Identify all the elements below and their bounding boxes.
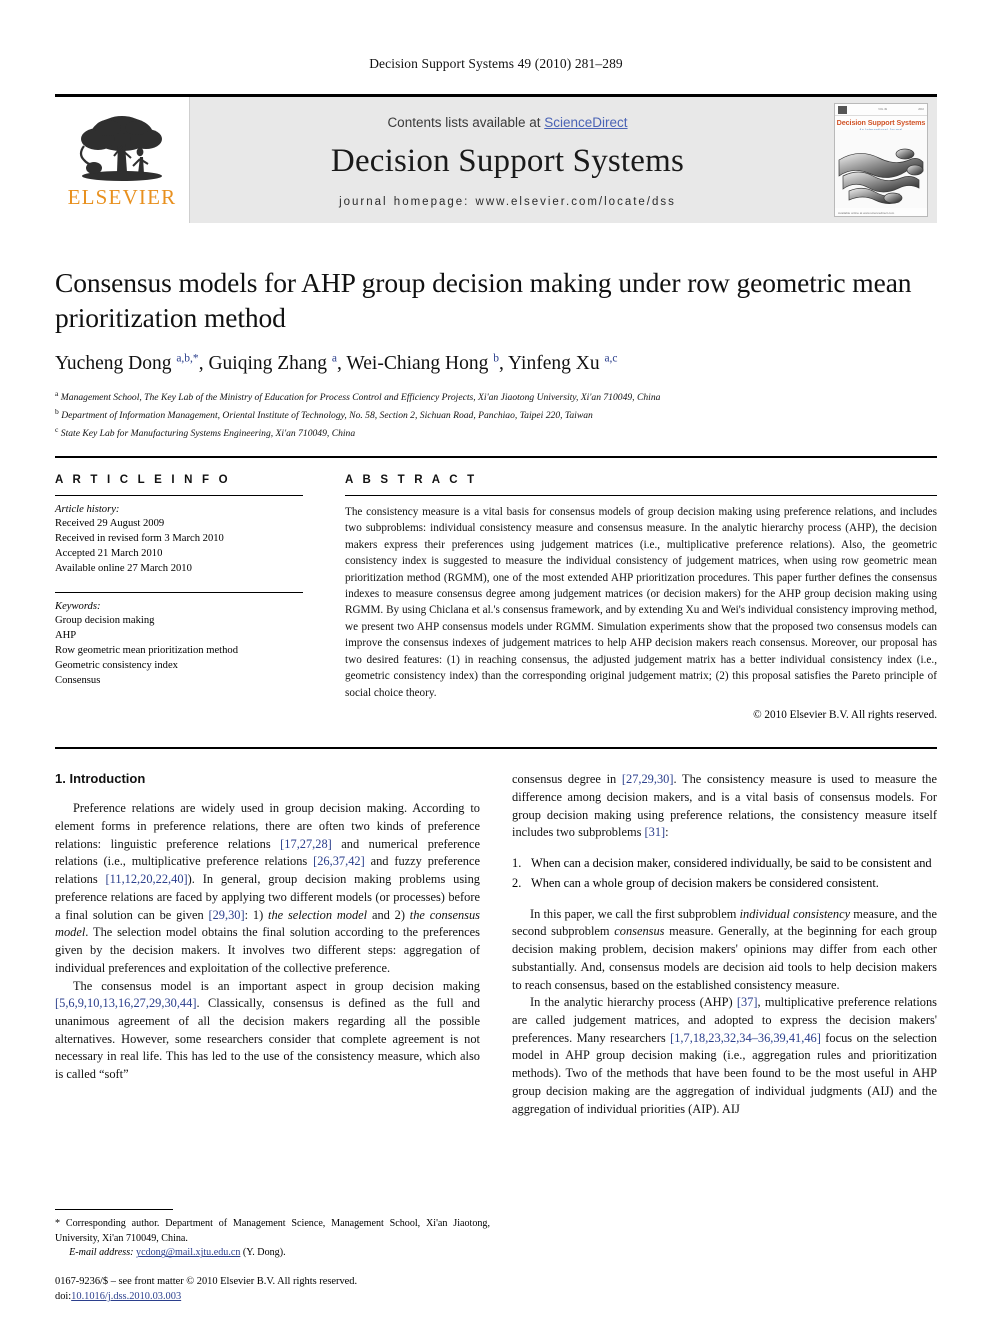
list-item-text: When can a decision maker, considered in… bbox=[531, 856, 932, 871]
list-item: 2. When can a whole group of decision mak… bbox=[512, 875, 937, 893]
abstract-rule bbox=[345, 494, 937, 496]
running-head: Decision Support Systems 49 (2010) 281–2… bbox=[369, 56, 623, 71]
keyword-item: Geometric consistency index bbox=[55, 659, 178, 671]
keyword-item: Group decision making bbox=[55, 614, 155, 626]
history-item: Received in revised form 3 March 2010 bbox=[55, 532, 224, 544]
body-column-left: 1. Introduction Preference relations are… bbox=[55, 771, 480, 1118]
affiliation-marker-c: c bbox=[55, 424, 59, 434]
article-info-column: A R T I C L E I N F O Article history: R… bbox=[55, 474, 303, 721]
email-note: E-mail address: ycdong@mail.xjtu.edu.cn … bbox=[55, 1246, 490, 1261]
list-item-number: 2. bbox=[512, 875, 522, 890]
affiliation-b: b Department of Information Management, … bbox=[55, 406, 937, 424]
email-link[interactable]: ycdong@mail.xjtu.edu.cn bbox=[136, 1247, 240, 1258]
affiliation-marker-a: a bbox=[55, 388, 59, 398]
paragraph: The consensus model is an important aspe… bbox=[55, 978, 480, 1082]
issn-line: 0167-9236/$ – see front matter © 2010 El… bbox=[55, 1275, 358, 1287]
keyword-item: Row geometric mean prioritization method bbox=[55, 644, 238, 656]
sciencedirect-link[interactable]: ScienceDirect bbox=[544, 115, 627, 130]
contents-prefix: Contents lists available at bbox=[387, 114, 545, 130]
cover-masthead: VOL 49 2010 bbox=[835, 104, 927, 116]
doi-line: doi:10.1016/j.dss.2010.03.003 bbox=[55, 1289, 357, 1305]
journal-cover-container: VOL 49 2010 Decision Support Systems An … bbox=[825, 97, 937, 223]
elsevier-wordmark: ELSEVIER bbox=[67, 185, 177, 209]
paragraph: consensus degree in [27,29,30]. The cons… bbox=[512, 772, 937, 840]
subproblem-list: 1. When can a decision maker, considered … bbox=[512, 855, 937, 892]
paragraph: In the analytic hierarchy process (AHP) … bbox=[512, 995, 937, 1116]
paragraph: In this paper, we call the first subprob… bbox=[512, 906, 937, 992]
article-info-rule bbox=[55, 494, 303, 496]
cover-journal-name: Decision Support Systems bbox=[836, 118, 926, 127]
title-block: Consensus models for AHP group decision … bbox=[55, 265, 937, 442]
journal-homepage-line[interactable]: journal homepage: www.elsevier.com/locat… bbox=[339, 196, 676, 208]
email-suffix: (Y. Dong). bbox=[242, 1247, 286, 1259]
cover-publisher-mark-icon bbox=[838, 105, 847, 114]
body-columns: 1. Introduction Preference relations are… bbox=[55, 771, 937, 1118]
page-title: Consensus models for AHP group decision … bbox=[55, 267, 912, 334]
list-item: 1. When can a decision maker, considered … bbox=[512, 855, 937, 873]
cover-issue-text: 2010 bbox=[918, 108, 924, 111]
history-item: Accepted 21 March 2010 bbox=[55, 547, 163, 559]
affiliation-marker-b: b bbox=[55, 406, 59, 416]
elsevier-logo: ELSEVIER bbox=[55, 97, 190, 223]
doi-label: doi: bbox=[55, 1291, 72, 1303]
affiliation-text-c: State Key Lab for Manufacturing Systems … bbox=[60, 427, 356, 439]
email-label: E-mail address: bbox=[69, 1247, 134, 1259]
history-item: Received 29 August 2009 bbox=[55, 517, 165, 529]
history-item: Available online 27 March 2010 bbox=[55, 562, 192, 574]
author-list: Yucheng Dong a,b,*, Guiqing Zhang a, Wei… bbox=[55, 352, 618, 375]
article-history-label: Article history: bbox=[55, 503, 120, 515]
cover-artwork bbox=[835, 130, 927, 208]
affiliation-c: c State Key Lab for Manufacturing System… bbox=[55, 424, 937, 442]
cover-footer-text: Available online at www.sciencedirect.co… bbox=[838, 211, 895, 215]
issn-doi-block: 0167-9236/$ – see front matter © 2010 El… bbox=[55, 1274, 357, 1305]
body-column-right: consensus degree in [27,29,30]. The cons… bbox=[512, 771, 937, 1118]
corresponding-author-note: * Corresponding author. Department of Ma… bbox=[55, 1218, 490, 1244]
abstract-text: The consistency measure is a vital basis… bbox=[345, 505, 937, 699]
article-info-heading: A R T I C L E I N F O bbox=[55, 473, 231, 486]
affiliation-a: a Management School, The Key Lab of the … bbox=[55, 388, 937, 406]
cover-volume-text: VOL 49 bbox=[878, 108, 887, 111]
list-item-number: 1. bbox=[512, 856, 522, 871]
list-item-text: When can a whole group of decision maker… bbox=[531, 875, 879, 890]
keyword-item: Consensus bbox=[55, 675, 101, 687]
affiliation-text-b: Department of Information Management, Or… bbox=[61, 409, 593, 421]
journal-header-center: Contents lists available at ScienceDirec… bbox=[190, 97, 825, 223]
keyword-item: AHP bbox=[55, 629, 77, 641]
affiliation-text-a: Management School, The Key Lab of the Mi… bbox=[60, 391, 661, 403]
affiliation-list: a Management School, The Key Lab of the … bbox=[55, 388, 937, 442]
paragraph: Preference relations are widely used in … bbox=[55, 801, 480, 975]
keywords-label: Keywords: bbox=[55, 600, 101, 612]
doi-link[interactable]: 10.1016/j.dss.2010.03.003 bbox=[71, 1291, 181, 1302]
footnote-rule bbox=[55, 1209, 173, 1211]
info-abstract-region: A R T I C L E I N F O Article history: R… bbox=[55, 474, 937, 721]
section-heading-introduction: 1. Introduction bbox=[55, 771, 146, 787]
elsevier-tree-icon bbox=[79, 116, 162, 181]
journal-title: Decision Support Systems bbox=[330, 142, 685, 179]
footnote-block: * Corresponding author. Department of Ma… bbox=[55, 1209, 490, 1261]
divider-below-abstract bbox=[55, 747, 937, 750]
abstract-column: A B S T R A C T The consistency measure … bbox=[345, 474, 937, 721]
journal-header-band: ELSEVIER Contents lists available at Sci… bbox=[55, 94, 937, 223]
paper-page: Decision Support Systems 49 (2010) 281–2… bbox=[0, 0, 992, 1323]
divider-above-abstract bbox=[55, 455, 937, 458]
abstract-copyright: © 2010 Elsevier B.V. All rights reserved… bbox=[753, 709, 937, 722]
abstract-heading: A B S T R A C T bbox=[345, 473, 478, 486]
contents-available-line: Contents lists available at ScienceDirec… bbox=[387, 115, 627, 130]
journal-cover-thumbnail: VOL 49 2010 Decision Support Systems An … bbox=[834, 103, 928, 217]
keywords-rule bbox=[55, 591, 303, 593]
